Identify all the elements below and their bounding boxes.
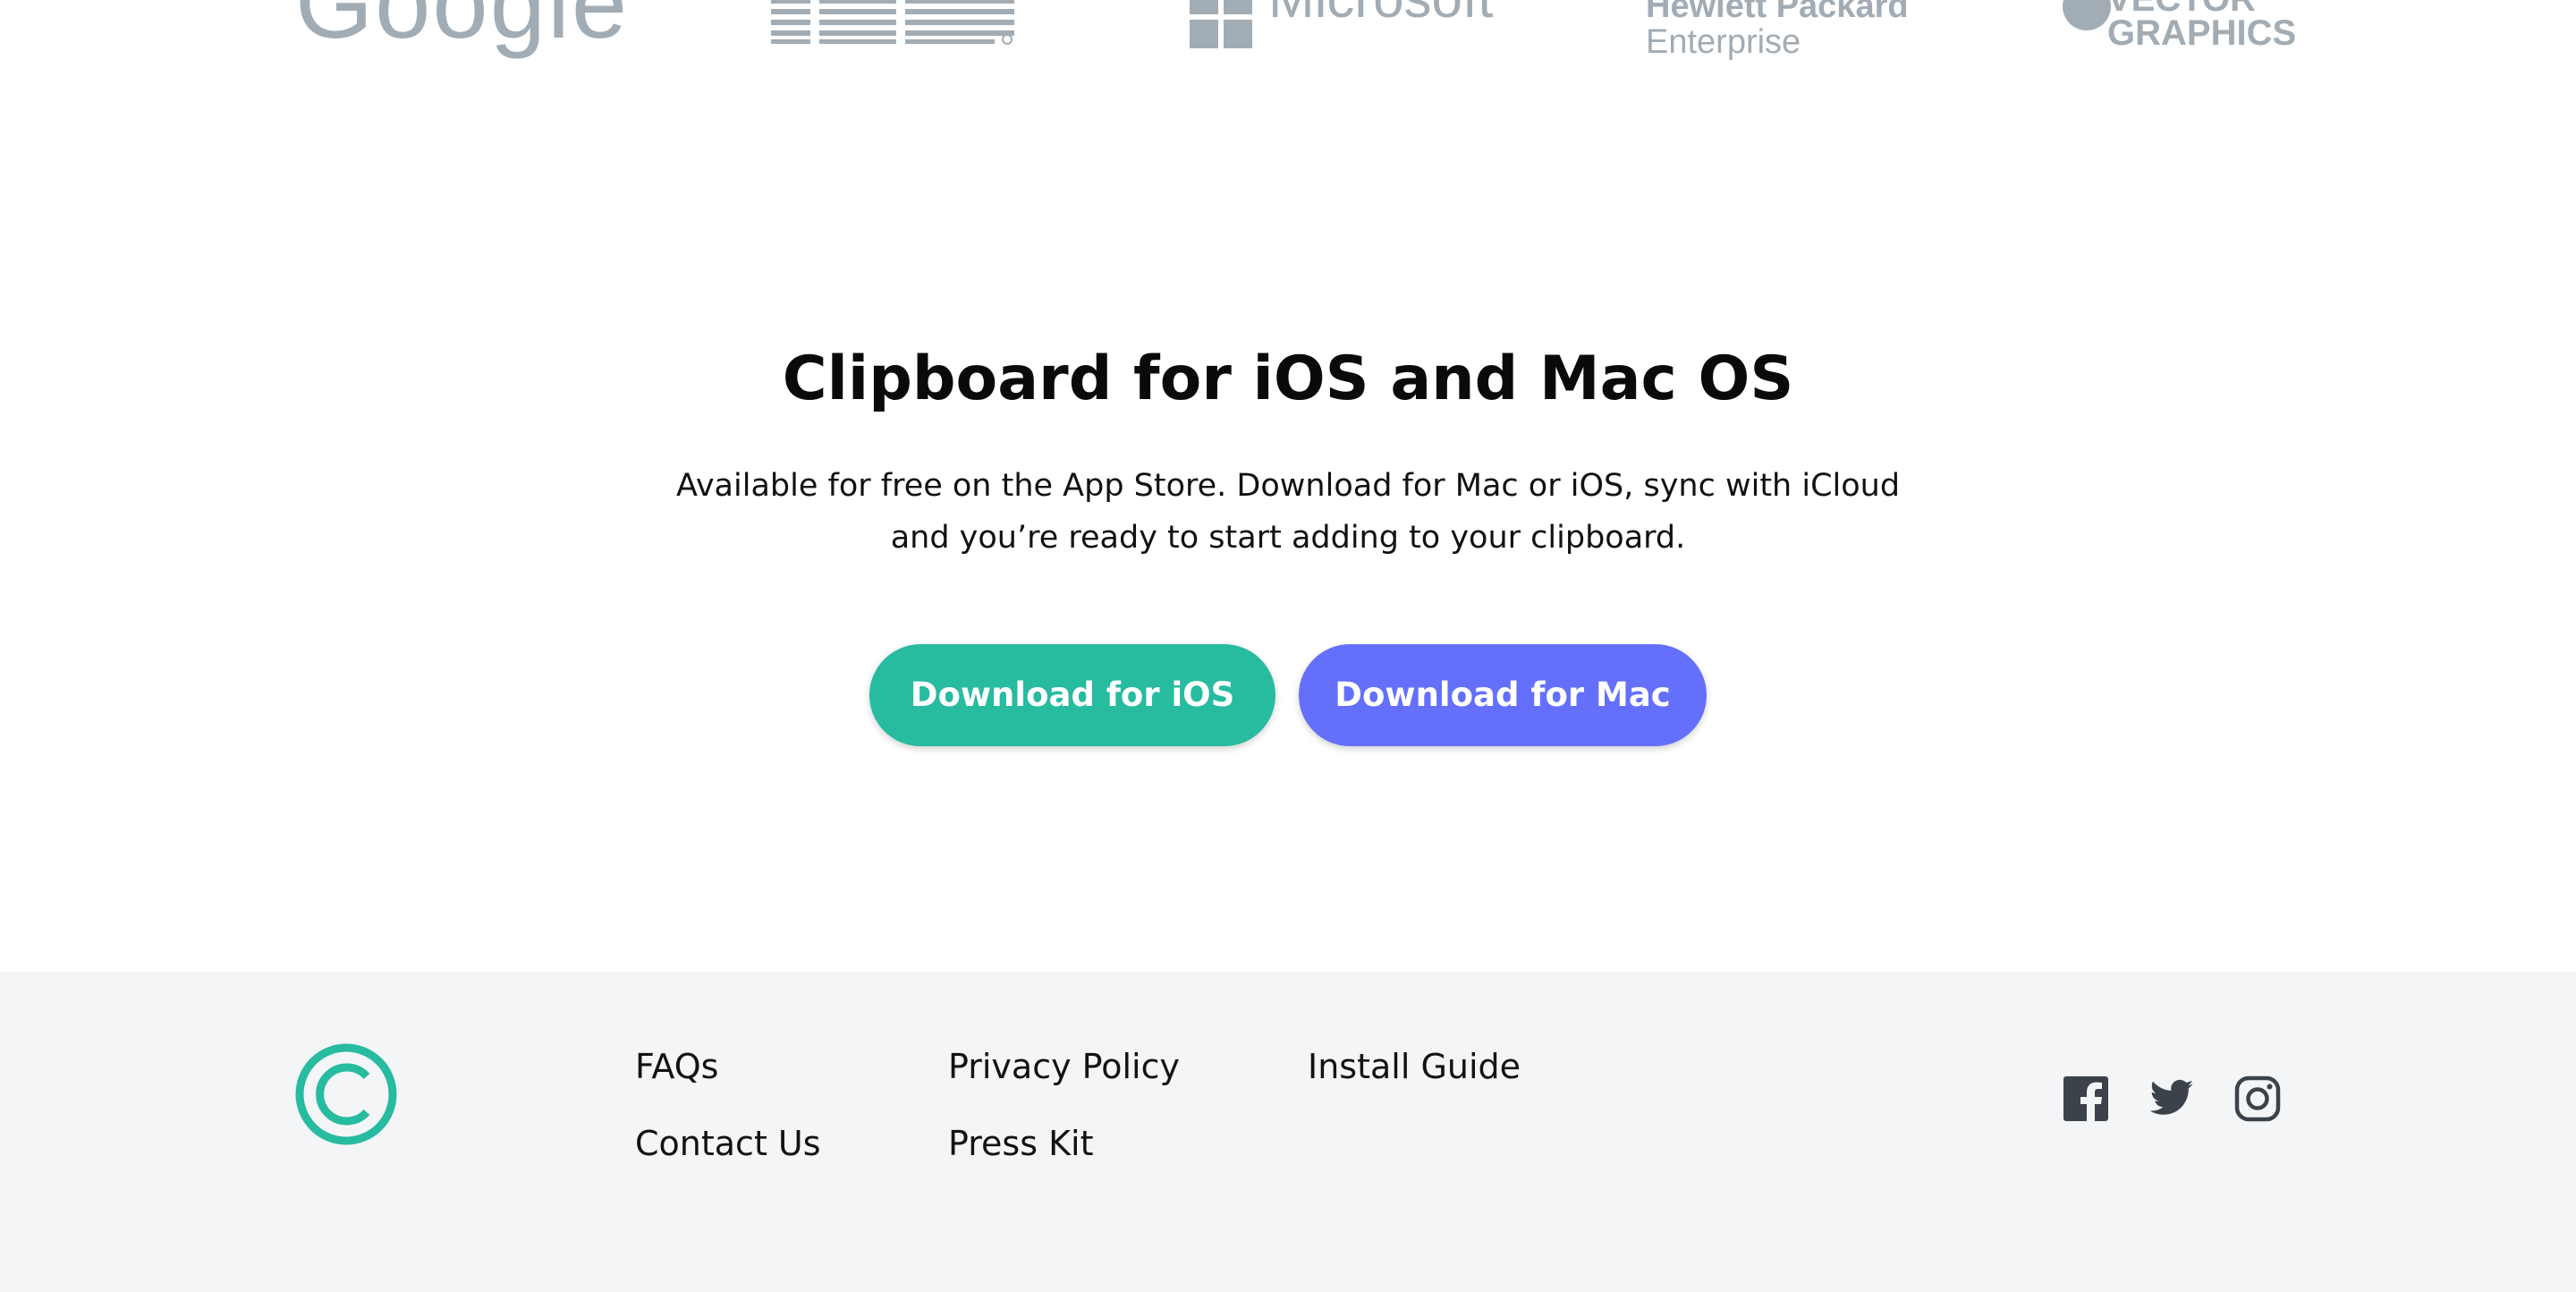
- microsoft-wordmark: Microsoft: [1268, 0, 1493, 27]
- footer-link-privacy-policy[interactable]: Privacy Policy: [948, 1045, 1180, 1088]
- download-mac-button[interactable]: Download for Mac: [1299, 644, 1707, 746]
- footer: FAQs Contact Us Privacy Policy Press Kit…: [0, 972, 2576, 1292]
- footer-link-faqs[interactable]: FAQs: [635, 1045, 718, 1088]
- vector-graphics-dot-icon: [2063, 0, 2111, 30]
- download-ios-button[interactable]: Download for iOS: [869, 644, 1275, 746]
- instagram-icon[interactable]: [2234, 1075, 2281, 1122]
- partner-logos: Google Microsoft Hewlett P: [0, 0, 2576, 98]
- facebook-icon[interactable]: [2063, 1075, 2109, 1122]
- hpe-line1: Hewlett Packard: [1646, 0, 1909, 25]
- hpe-logo: Hewlett Packard Enterprise: [1646, 0, 1909, 61]
- vector-graphics-line2: GRAPHICS: [2107, 13, 2297, 53]
- clipboard-logo-icon[interactable]: [295, 1043, 397, 1145]
- cta-description: Available for free on the App Store. Dow…: [675, 468, 1901, 556]
- cta-title: Clipboard for iOS and Mac OS: [782, 344, 1794, 414]
- footer-link-install-guide[interactable]: Install Guide: [1308, 1045, 1521, 1088]
- ibm-logo: [771, 0, 1014, 45]
- hpe-line2: Enterprise: [1646, 22, 1801, 61]
- twitter-icon[interactable]: [2148, 1075, 2195, 1122]
- footer-link-contact-us[interactable]: Contact Us: [635, 1122, 821, 1165]
- microsoft-grid-icon: [1190, 0, 1252, 48]
- google-logo: Google: [295, 0, 630, 59]
- footer-link-press-kit[interactable]: Press Kit: [948, 1122, 1093, 1165]
